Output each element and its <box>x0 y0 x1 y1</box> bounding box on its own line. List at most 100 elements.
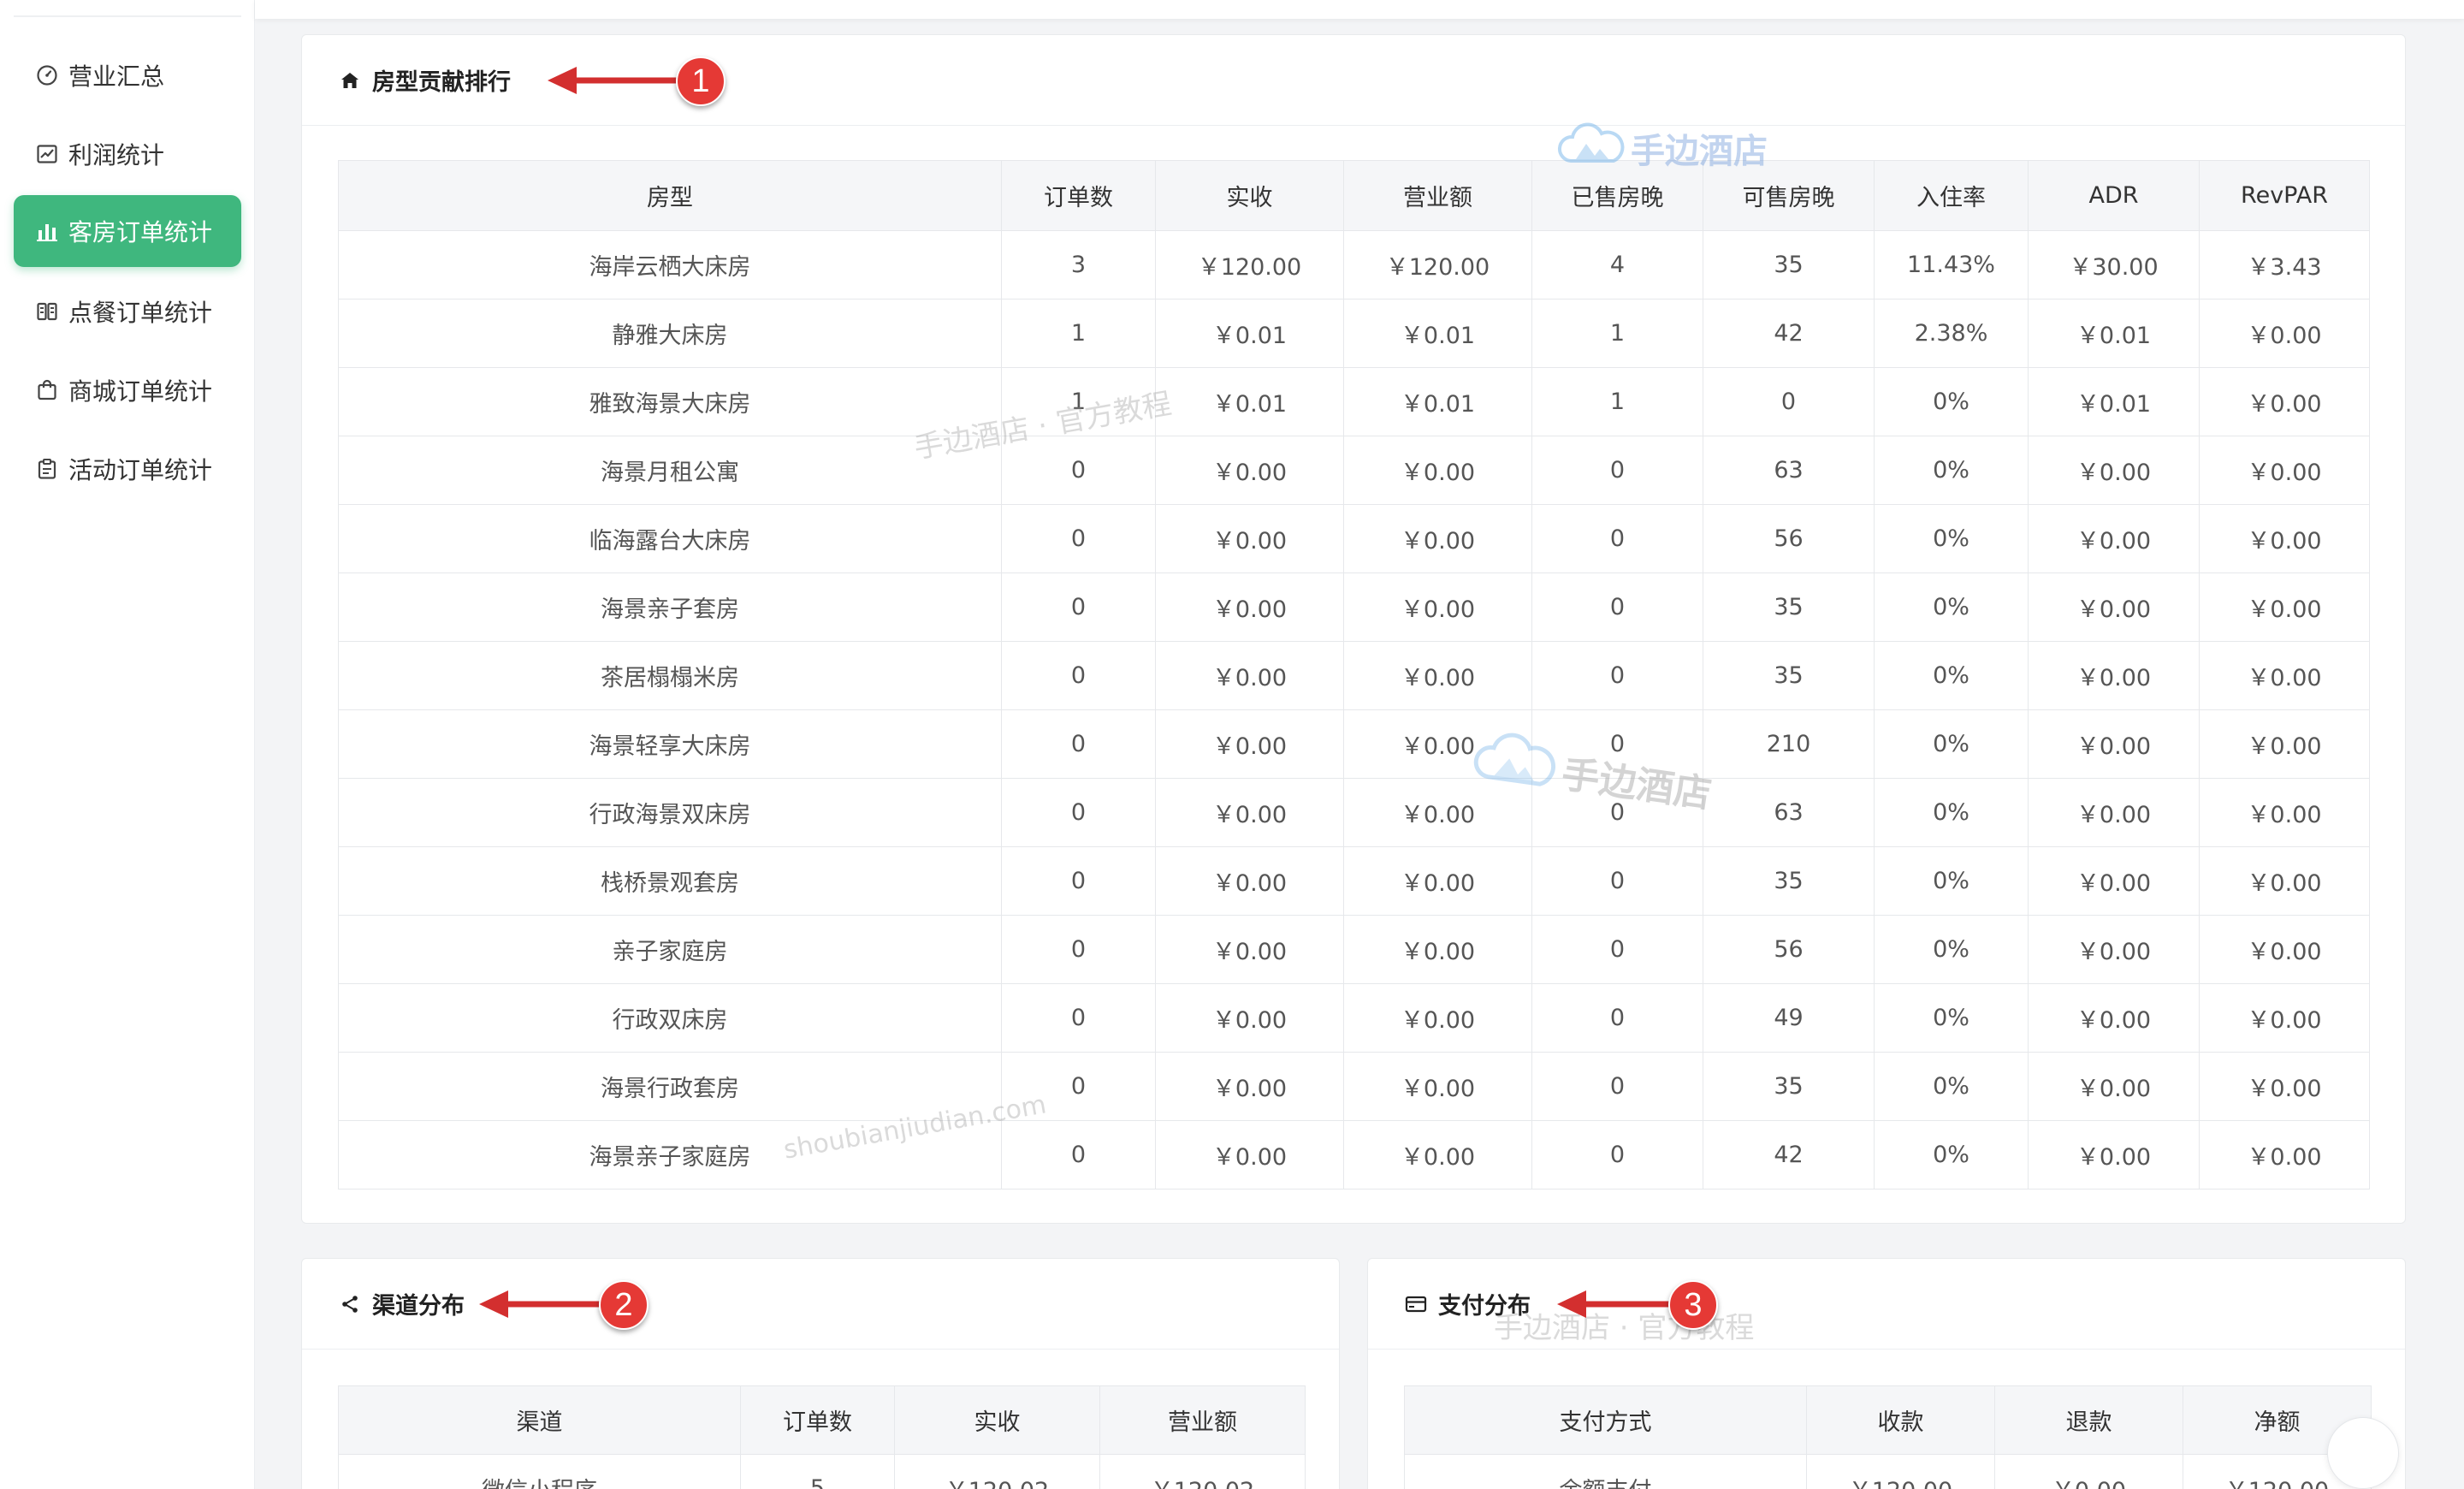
table-cell: ￥0.00 <box>1343 1052 1532 1121</box>
table-cell: 0 <box>1001 436 1156 505</box>
table-cell: 35 <box>1703 1052 1875 1121</box>
table-cell: 0 <box>1001 504 1156 573</box>
sidebar-item-business-summary[interactable]: 营业汇总 <box>14 39 241 111</box>
table-cell: ￥0.00 <box>2028 572 2200 642</box>
table-cell: ￥3.43 <box>2199 230 2370 300</box>
annotation-badge-3: 3 <box>1668 1280 1718 1330</box>
table-cell: 0 <box>1531 846 1703 916</box>
table-cell: 雅致海景大床房 <box>338 367 1002 436</box>
table-row: 海景亲子套房 0 ￥0.00 ￥0.00 0 35 0% ￥0.00 ￥0.00 <box>338 572 2370 642</box>
table-cell: ￥0.00 <box>2028 641 2200 710</box>
table-cell: ￥120.00 <box>1343 230 1532 300</box>
table-cell: ￥120.02 <box>894 1454 1100 1489</box>
table-cell: 2.38% <box>1874 299 2029 368</box>
table-cell: 49 <box>1703 983 1875 1053</box>
table-cell: ￥0.00 <box>2199 915 2370 984</box>
table-cell: ￥0.00 <box>2028 1052 2200 1121</box>
sidebar-item-activity-orders[interactable]: 活动订单统计 <box>14 433 241 505</box>
table-cell: 海景亲子家庭房 <box>338 1120 1002 1189</box>
payment-title: 支付分布 <box>1438 1293 1531 1320</box>
table-row: 海景亲子家庭房 0 ￥0.00 ￥0.00 0 42 0% ￥0.00 ￥0.00 <box>338 1120 2370 1189</box>
table-cell: 海岸云栖大床房 <box>338 230 1002 300</box>
table-cell: ￥0.00 <box>1343 778 1532 847</box>
room-ranking-card: 房型贡献排行 房型 订单数 实收 营业额 已售房晚 可售房晚 入住率 ADR RevPAR 海岸… <box>301 34 2406 1224</box>
table-cell: ￥0.00 <box>1155 1120 1344 1189</box>
table-cell: 亲子家庭房 <box>338 915 1002 984</box>
table-cell: ￥0.00 <box>2028 915 2200 984</box>
column-header: 可售房晚 <box>1703 160 1875 231</box>
table-cell: ￥0.00 <box>1155 572 1344 642</box>
column-header: 房型 <box>338 160 1002 231</box>
table-cell: 1 <box>1001 299 1156 368</box>
column-header: ADR <box>2028 160 2200 231</box>
column-header: RevPAR <box>2199 160 2370 231</box>
table-cell: 0 <box>1001 778 1156 847</box>
table-cell: ￥0.00 <box>2028 846 2200 916</box>
table-header-row: 支付方式 收款 退款 净额 <box>1404 1385 2372 1455</box>
sidebar-item-profit-stats[interactable]: 利润统计 <box>14 118 241 190</box>
table-cell: 35 <box>1703 572 1875 642</box>
table-cell: 0 <box>1531 504 1703 573</box>
table-cell: ￥0.00 <box>1155 778 1344 847</box>
channel-table: 渠道订单数实收营业额 微信小程序5￥120.02￥120.02 <box>338 1385 1306 1489</box>
table-cell: ￥0.00 <box>2199 436 2370 505</box>
sidebar-item-room-orders[interactable]: 客房订单统计 <box>14 195 241 267</box>
sidebar-item-dining-orders[interactable]: 点餐订单统计 <box>14 276 241 347</box>
table-cell: 11.43% <box>1874 230 2029 300</box>
table-cell: ￥0.00 <box>2028 1120 2200 1189</box>
table-cell: 0 <box>1531 778 1703 847</box>
table-cell: ￥0.00 <box>1343 572 1532 642</box>
table-cell: ￥0.00 <box>2028 504 2200 573</box>
table-row: 行政海景双床房 0 ￥0.00 ￥0.00 0 63 0% ￥0.00 ￥0.00 <box>338 778 2370 847</box>
table-cell: 1 <box>1001 367 1156 436</box>
channel-header: 渠道分布 <box>302 1259 1339 1350</box>
table-cell: ￥0.00 <box>1343 915 1532 984</box>
table-cell: 0 <box>1001 983 1156 1053</box>
table-cell: 临海露台大床房 <box>338 504 1002 573</box>
sidebar-item-mall-orders[interactable]: 商城订单统计 <box>14 354 241 426</box>
table-cell: 0% <box>1874 1052 2029 1121</box>
table-cell: ￥0.01 <box>1155 367 1344 436</box>
channel-card: 渠道分布 渠道订单数实收营业额 微信小程序5￥120.02￥120.02 <box>301 1258 1340 1489</box>
table-cell: 0 <box>1001 641 1156 710</box>
table-cell: 海景行政套房 <box>338 1052 1002 1121</box>
table-cell: ￥0.01 <box>2028 367 2200 436</box>
table-cell: ￥0.00 <box>1155 641 1344 710</box>
table-cell: 0 <box>1703 367 1875 436</box>
sidebar-item-label: 营业汇总 <box>68 62 165 91</box>
share-icon <box>338 1292 362 1316</box>
table-row: 海岸云栖大床房 3 ￥120.00 ￥120.00 4 35 11.43% ￥30.00 ￥3.… <box>338 230 2370 300</box>
table-header-row: 渠道 订单数 实收 营业额 <box>338 1385 1306 1455</box>
arrow-2 <box>479 1290 605 1318</box>
table-cell: 海景亲子套房 <box>338 572 1002 642</box>
table-row: 静雅大床房 1 ￥0.01 ￥0.01 1 42 2.38% ￥0.01 ￥0.00 <box>338 299 2370 368</box>
table-cell: 0 <box>1001 846 1156 916</box>
table-cell: ￥0.00 <box>1155 983 1344 1053</box>
table-cell: 0 <box>1531 709 1703 779</box>
column-header: 订单数 <box>740 1385 895 1455</box>
table-cell: 0% <box>1874 641 2029 710</box>
table-cell: 0 <box>1001 709 1156 779</box>
table-cell: ￥0.00 <box>2028 436 2200 505</box>
table-cell: ￥0.00 <box>2199 367 2370 436</box>
table-cell: ￥0.00 <box>2199 1052 2370 1121</box>
back-to-top-button[interactable] <box>2327 1417 2399 1489</box>
table-cell: 0% <box>1874 983 2029 1053</box>
table-cell: ￥0.00 <box>2199 778 2370 847</box>
payment-card: 支付分布 支付方式收款退款净额 余额支付￥120.00￥0.00￥120.00 <box>1367 1258 2406 1489</box>
table-cell: ￥0.00 <box>1155 846 1344 916</box>
payment-table: 支付方式收款退款净额 余额支付￥120.00￥0.00￥120.00 <box>1404 1385 2372 1489</box>
table-cell: 0% <box>1874 846 2029 916</box>
column-header: 实收 <box>894 1385 1100 1455</box>
table-cell: 海景轻享大床房 <box>338 709 1002 779</box>
table-cell: 0% <box>1874 504 2029 573</box>
table-cell: 5 <box>740 1454 895 1489</box>
table-cell: ￥0.00 <box>1155 709 1344 779</box>
table-row: 茶居榻榻米房 0 ￥0.00 ￥0.00 0 35 0% ￥0.00 ￥0.00 <box>338 641 2370 710</box>
table-row: 微信小程序5￥120.02￥120.02 <box>338 1454 1306 1489</box>
table-cell: ￥0.00 <box>2028 778 2200 847</box>
table-cell: 0% <box>1874 367 2029 436</box>
table-cell: 0 <box>1531 983 1703 1053</box>
column-header: 营业额 <box>1343 160 1532 231</box>
table-cell: ￥0.00 <box>1155 1052 1344 1121</box>
